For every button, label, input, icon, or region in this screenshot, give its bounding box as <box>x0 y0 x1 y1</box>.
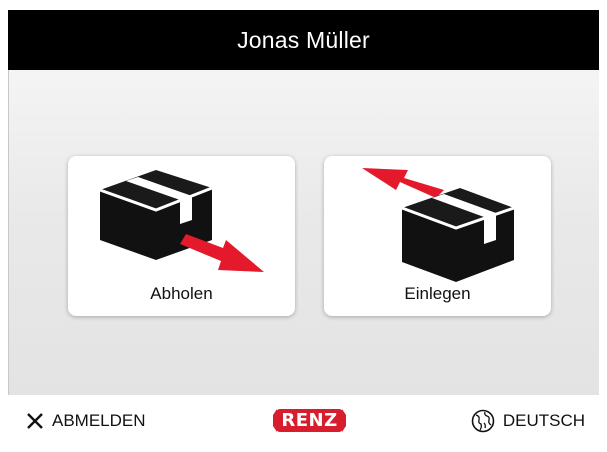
renz-logo: RENZ <box>273 405 346 436</box>
user-name: Jonas Müller <box>237 26 370 53</box>
box-arrow-out-icon <box>99 170 264 272</box>
logout-button[interactable]: ABMELDEN <box>26 408 146 434</box>
logo-text: RENZ <box>281 410 338 431</box>
header-bar: Jonas Müller <box>8 10 599 70</box>
globe-icon <box>471 409 495 433</box>
app-window: Jonas Müller Abholen Einlegen ABMELDEN R… <box>8 10 599 452</box>
box-arrow-in-icon <box>362 168 515 282</box>
close-icon <box>27 413 43 429</box>
language-button[interactable]: DEUTSCH <box>471 408 585 434</box>
pickup-button[interactable]: Abholen <box>68 156 295 316</box>
deposit-label: Einlegen <box>404 284 471 303</box>
logout-label: ABMELDEN <box>52 411 146 430</box>
deposit-button[interactable]: Einlegen <box>324 156 551 316</box>
pickup-label: Abholen <box>150 284 213 303</box>
footer-bar: ABMELDEN RENZ DEUTSCH <box>8 395 599 452</box>
language-label: DEUTSCH <box>502 411 585 430</box>
main-area: Abholen Einlegen <box>8 70 599 395</box>
